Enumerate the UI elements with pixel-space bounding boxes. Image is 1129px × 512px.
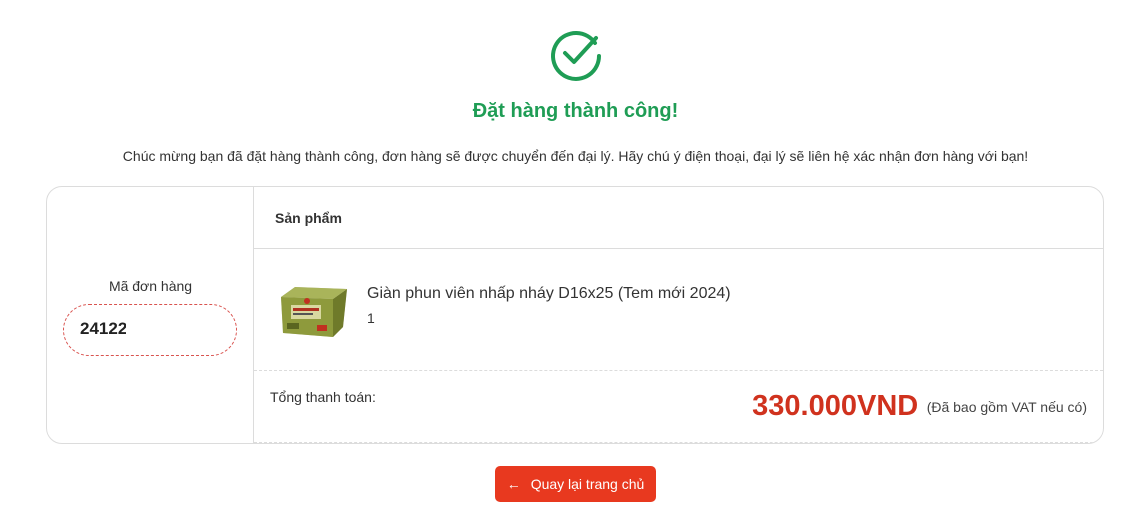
product-name[interactable]: Giàn phun viên nhấp nháy D16x25 (Tem mới…: [367, 285, 731, 303]
back-home-button[interactable]: ← Quay lại trang chủ: [495, 466, 656, 502]
product-row: Giàn phun viên nhấp nháy D16x25 (Tem mới…: [254, 248, 1103, 371]
products-header-label: Sản phẩm: [275, 210, 342, 226]
back-home-label: Quay lại trang chủ: [530, 476, 645, 492]
vat-note: (Đã bao gồm VAT nếu có): [926, 398, 1087, 415]
product-box-image: [277, 281, 349, 339]
success-message: Chúc mừng bạn đã đặt hàng thành công, đơ…: [122, 148, 1029, 164]
order-code-panel: Mã đơn hàng 24122: [47, 187, 254, 443]
order-code-value: 24122: [80, 319, 126, 338]
total-label: Tổng thanh toán:: [270, 389, 376, 405]
order-code-label: Mã đơn hàng: [108, 278, 193, 294]
check-circle-icon: [548, 26, 604, 82]
arrow-left-icon: ←: [506, 476, 521, 492]
product-quantity: 1: [367, 310, 375, 326]
total-price: 330.000VND (Đã bao gồm VAT nếu có): [752, 390, 1087, 423]
total-amount: 330.000VND: [752, 390, 919, 422]
divider: [254, 442, 1103, 443]
success-title: Đặt hàng thành công!: [472, 100, 679, 122]
order-summary-card: Mã đơn hàng 24122 Sản phẩm Giàn phun viê…: [46, 186, 1104, 444]
order-details-panel: Sản phẩm Giàn phun viên nhấp nháy D16x25: [254, 187, 1103, 443]
products-header: Sản phẩm: [254, 187, 1103, 249]
order-code-box: 24122: [63, 304, 237, 356]
